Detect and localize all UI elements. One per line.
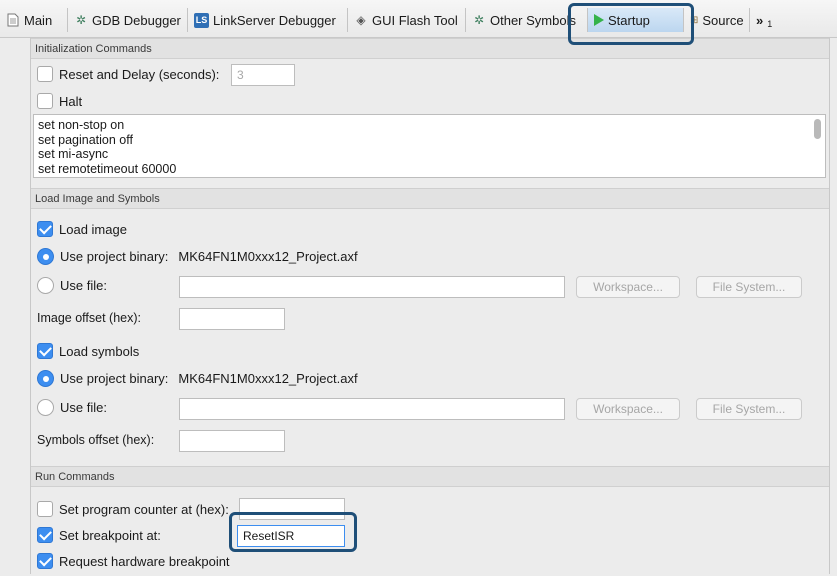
load-symbols-checkbox[interactable] — [37, 343, 53, 359]
set-pc-label: Set program counter at (hex): — [59, 501, 229, 517]
hw-bp-checkbox[interactable] — [37, 553, 53, 569]
image-use-file-row: Use file: — [37, 277, 107, 294]
command-line: set non-stop on — [38, 118, 125, 132]
image-use-file-radio[interactable] — [37, 277, 54, 294]
set-bp-label: Set breakpoint at: — [59, 527, 161, 543]
command-line: set mi-async — [38, 147, 109, 161]
startup-panel: Initialization Commands Reset and Delay … — [30, 38, 830, 574]
tab-label: GUI Flash Tool — [372, 12, 458, 28]
load-symbols-row: Load symbols — [37, 343, 139, 359]
use-file-label: Use file: — [60, 400, 107, 415]
command-line: set pagination off — [38, 132, 133, 147]
halt-row: Halt — [37, 93, 82, 109]
set-bp-row: Set breakpoint at: — [37, 527, 161, 543]
debugger-bug-icon: ✲ — [75, 13, 87, 27]
symbols-use-file-row: Use file: — [37, 399, 107, 416]
symbols-use-project-binary-row: Use project binary: MK64FN1M0xxx12_Proje… — [37, 370, 358, 387]
tab-other-symbols[interactable]: ✲ Other Symbols — [466, 8, 588, 32]
reset-delay-label: Reset and Delay (seconds): — [59, 66, 220, 82]
section-title: Load Image and Symbols — [31, 189, 829, 209]
symbols-filesystem-button[interactable]: File System... — [696, 398, 802, 420]
hw-bp-label: Request hardware breakpoint — [59, 553, 230, 569]
use-file-label: Use file: — [60, 278, 107, 293]
tab-label: LinkServer Debugger — [213, 12, 336, 28]
reset-delay-checkbox[interactable] — [37, 66, 53, 82]
command-line: set remotetimeout 60000 — [38, 161, 177, 176]
tab-gui-flash-tool[interactable]: ◈ GUI Flash Tool — [348, 8, 466, 32]
tab-label: Source — [702, 12, 744, 28]
section-title: Run Commands — [31, 467, 829, 487]
symbols-use-project-binary-radio[interactable] — [37, 370, 54, 387]
symbols-offset-label: Symbols offset (hex): — [37, 433, 155, 447]
symbols-file-input[interactable] — [179, 398, 565, 420]
scrollbar-thumb[interactable] — [814, 119, 821, 139]
symbols-offset-input[interactable] — [179, 430, 285, 452]
tab-label: GDB Debugger — [92, 12, 181, 28]
image-use-project-binary-radio[interactable] — [37, 248, 54, 265]
load-image-label: Load image — [59, 221, 127, 237]
load-image-row: Load image — [37, 221, 127, 237]
tab-bar: Main ✲ GDB Debugger LS LinkServer Debugg… — [0, 0, 837, 38]
init-section: Initialization Commands Reset and Delay … — [31, 38, 829, 184]
tab-label: Startup — [608, 12, 650, 28]
tab-main[interactable]: Main — [0, 8, 68, 32]
tab-gdb-debugger[interactable]: ✲ GDB Debugger — [68, 8, 188, 32]
section-title: Initialization Commands — [31, 39, 829, 59]
project-binary-name: MK64FN1M0xxx12_Project.axf — [178, 249, 358, 264]
tab-linkserver-debugger[interactable]: LS LinkServer Debugger — [188, 8, 348, 32]
halt-checkbox[interactable] — [37, 93, 53, 109]
load-image-checkbox[interactable] — [37, 221, 53, 237]
load-symbols-label: Load symbols — [59, 343, 140, 359]
document-icon — [6, 13, 20, 27]
image-filesystem-button[interactable]: File System... — [696, 276, 802, 298]
flash-chip-icon: ◈ — [356, 13, 366, 27]
symbols-use-file-radio[interactable] — [37, 399, 54, 416]
tab-overflow-button[interactable]: » 1 — [750, 8, 782, 32]
set-pc-row: Set program counter at (hex): — [37, 501, 229, 517]
image-file-input[interactable] — [179, 276, 565, 298]
hw-bp-row: Request hardware breakpoint — [37, 553, 230, 569]
debugger-bug-icon: ✲ — [473, 13, 485, 27]
project-binary-name: MK64FN1M0xxx12_Project.axf — [178, 371, 358, 386]
reset-delay-row: Reset and Delay (seconds): — [37, 66, 219, 82]
image-workspace-button[interactable]: Workspace... — [576, 276, 680, 298]
tab-startup[interactable]: Startup — [588, 8, 684, 32]
use-project-binary-label: Use project binary: — [60, 371, 169, 386]
set-pc-input[interactable] — [239, 498, 345, 520]
tab-overflow-icon: » — [756, 12, 764, 28]
tab-overflow-count: 1 — [767, 19, 773, 29]
image-offset-label: Image offset (hex): — [37, 311, 141, 325]
image-offset-input[interactable] — [179, 308, 285, 330]
linkserver-badge-icon: LS — [194, 12, 209, 28]
tab-label: Main — [24, 12, 53, 28]
run-section: Run Commands Set program counter at (hex… — [31, 466, 829, 576]
tab-label: Other Symbols — [490, 12, 576, 28]
set-pc-checkbox[interactable] — [37, 501, 53, 517]
image-use-project-binary-row: Use project binary: MK64FN1M0xxx12_Proje… — [37, 248, 358, 265]
load-section: Load Image and Symbols Load image Use pr… — [31, 188, 829, 500]
init-commands-textarea[interactable]: set non-stop on set pagination off set m… — [33, 114, 826, 178]
source-lookup-icon: ⊞ — [690, 14, 699, 26]
breakpoint-input[interactable]: ResetISR — [237, 525, 345, 547]
halt-label: Halt — [59, 93, 83, 109]
reset-delay-input[interactable]: 3 — [231, 64, 295, 86]
use-project-binary-label: Use project binary: — [60, 249, 169, 264]
set-bp-checkbox[interactable] — [37, 527, 53, 543]
play-icon — [594, 14, 604, 26]
tab-source[interactable]: ⊞ Source — [684, 8, 750, 32]
symbols-workspace-button[interactable]: Workspace... — [576, 398, 680, 420]
